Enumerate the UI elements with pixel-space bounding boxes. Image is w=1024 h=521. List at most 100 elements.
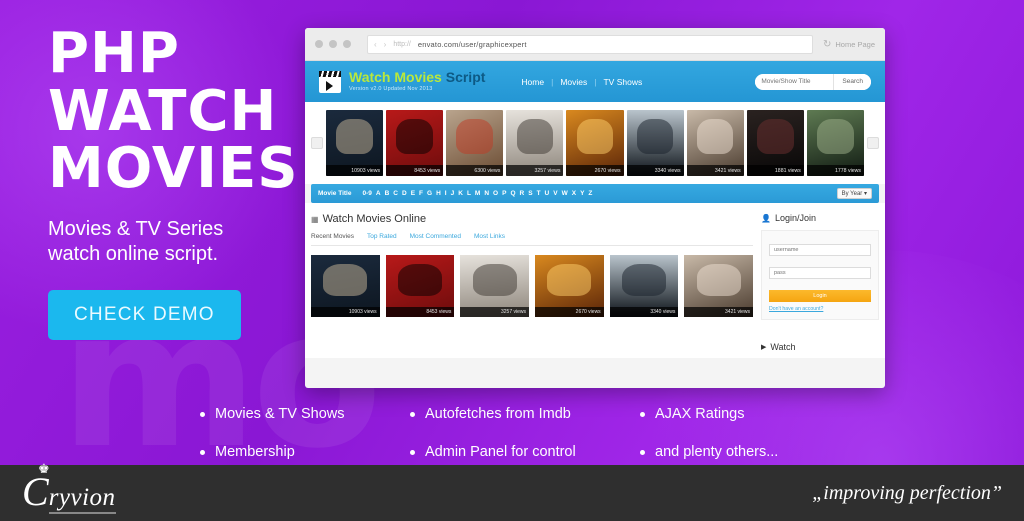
window-close-icon[interactable] bbox=[315, 40, 323, 48]
movie-poster[interactable]: 2670 views bbox=[535, 255, 604, 317]
movie-poster[interactable]: 3257 views bbox=[460, 255, 530, 317]
movie-poster[interactable]: 8453 views bbox=[385, 255, 455, 317]
poster-artwork bbox=[456, 119, 494, 154]
address-bar[interactable]: ‹ › http:// envato.com/user/graphicexper… bbox=[367, 34, 813, 54]
alphabet-letter-q[interactable]: Q bbox=[510, 190, 515, 197]
bullet-icon bbox=[200, 449, 205, 455]
feature-label: and plenty others... bbox=[655, 444, 779, 460]
carousel-poster[interactable]: 1778 views bbox=[806, 110, 864, 176]
alphabet-letter-x[interactable]: X bbox=[572, 190, 576, 197]
movie-poster[interactable]: 3340 views bbox=[609, 255, 679, 317]
alphabet-letter-l[interactable]: L bbox=[467, 190, 471, 197]
back-arrow-icon[interactable]: ‹ bbox=[374, 40, 377, 49]
search-input[interactable] bbox=[755, 78, 834, 85]
poster-artwork bbox=[817, 119, 854, 154]
carousel-next-button[interactable] bbox=[867, 137, 879, 149]
carousel-track: 10903 views 8453 views 6300 views 3257 view… bbox=[326, 110, 864, 176]
promo-title-line-3: MOVIES bbox=[48, 136, 299, 202]
reload-icon[interactable]: ↻ bbox=[823, 39, 831, 50]
nav-separator: | bbox=[594, 76, 597, 87]
alphabet-letter-w[interactable]: W bbox=[562, 190, 568, 197]
carousel-poster[interactable]: 3421 views bbox=[686, 110, 744, 176]
alphabet-letter-u[interactable]: U bbox=[545, 190, 550, 197]
alphabet-letter-g[interactable]: G bbox=[427, 190, 432, 197]
alphabet-letter-b[interactable]: B bbox=[385, 190, 390, 197]
alphabet-letter-e[interactable]: E bbox=[411, 190, 415, 197]
bullet-icon bbox=[410, 411, 415, 417]
carousel-poster[interactable]: 10903 views bbox=[326, 110, 384, 176]
alphabet-letter-v[interactable]: V bbox=[553, 190, 557, 197]
alphabet-letter-f[interactable]: F bbox=[419, 190, 423, 197]
poster-view-count: 10903 views bbox=[326, 165, 384, 176]
alphabet-letter-m[interactable]: M bbox=[475, 190, 480, 197]
nav-item-tv-shows[interactable]: TV Shows bbox=[603, 77, 642, 87]
alphabet-letter-d[interactable]: D bbox=[402, 190, 407, 197]
bullet-icon bbox=[640, 411, 645, 417]
carousel-poster[interactable]: 6300 views bbox=[446, 110, 504, 176]
carousel-poster[interactable]: 3257 views bbox=[506, 110, 564, 176]
alphabet-letter-h[interactable]: H bbox=[436, 190, 441, 197]
alphabet-filter-bar: Movie Title 0-9 A B C D E F G H I J K L M N O P Q R S T U V W X Y… bbox=[311, 184, 879, 203]
username-input[interactable] bbox=[769, 244, 871, 256]
poster-view-count: 3340 views bbox=[626, 165, 684, 176]
site-header: Watch Movies Script Version v2.0 Updated… bbox=[305, 61, 885, 102]
poster-artwork bbox=[696, 263, 741, 296]
promo-title-line-1: PHP bbox=[48, 21, 180, 86]
carousel-poster[interactable]: 2670 views bbox=[566, 110, 624, 176]
movie-poster[interactable]: 10903 views bbox=[311, 255, 380, 317]
search-box[interactable]: Search bbox=[755, 73, 871, 90]
cryvion-logo: ♚ C ryvion bbox=[22, 462, 116, 514]
alphabet-letter-p[interactable]: P bbox=[502, 190, 506, 197]
window-maximize-icon[interactable] bbox=[343, 40, 351, 48]
site-brand[interactable]: Watch Movies Script Version v2.0 Updated… bbox=[349, 70, 485, 93]
bullet-icon bbox=[640, 449, 645, 455]
alphabet-letter-s[interactable]: S bbox=[528, 190, 532, 197]
feature-item: and plenty others... bbox=[640, 444, 860, 460]
movie-view-count: 2670 views bbox=[535, 307, 604, 317]
tab-top-rated[interactable]: Top Rated bbox=[367, 233, 397, 240]
alphabet-letters: 0-9 A B C D E F G H I J K L M N O P Q R S T U V W X Y Z bbox=[362, 190, 592, 197]
logo-rest: ryvion bbox=[48, 484, 116, 514]
alphabet-letter-r[interactable]: R bbox=[520, 190, 525, 197]
alphabet-letter-y[interactable]: Y bbox=[580, 190, 584, 197]
footer-tagline: „improving perfection” bbox=[812, 481, 1002, 504]
poster-view-count: 3257 views bbox=[506, 165, 564, 176]
crown-icon: ♚ bbox=[38, 462, 50, 477]
alphabet-letter-o[interactable]: O bbox=[493, 190, 498, 197]
alphabet-letter-z[interactable]: Z bbox=[588, 190, 592, 197]
nav-item-home[interactable]: Home bbox=[521, 77, 544, 87]
carousel-prev-button[interactable] bbox=[311, 137, 323, 149]
content-tabs: Recent Movies Top Rated Most Commented Most… bbox=[311, 233, 753, 246]
register-link[interactable]: Don't have an account? bbox=[769, 306, 871, 312]
by-year-dropdown[interactable]: By Year ▾ bbox=[836, 188, 872, 199]
alphabet-letter-t[interactable]: T bbox=[537, 190, 541, 197]
window-minimize-icon[interactable] bbox=[329, 40, 337, 48]
tab-most-commented[interactable]: Most Commented bbox=[410, 233, 461, 240]
caret-right-icon: ▶ bbox=[761, 344, 767, 351]
carousel-poster[interactable]: 3340 views bbox=[626, 110, 684, 176]
check-demo-button[interactable]: CHECK DEMO bbox=[48, 289, 241, 340]
login-button[interactable]: Login bbox=[769, 290, 871, 302]
home-page-button[interactable]: ↻ Home Page bbox=[823, 39, 875, 50]
tab-recent-movies[interactable]: Recent Movies bbox=[311, 233, 354, 240]
alphabet-letter-n[interactable]: N bbox=[484, 190, 489, 197]
carousel-poster[interactable]: 1881 views bbox=[746, 110, 804, 176]
alphabet-letter-i[interactable]: I bbox=[445, 190, 447, 197]
poster-view-count: 1778 views bbox=[806, 165, 864, 176]
carousel-poster[interactable]: 8453 views bbox=[386, 110, 444, 176]
tab-most-links[interactable]: Most Links bbox=[474, 233, 505, 240]
featured-carousel: 10903 views 8453 views 6300 views 3257 view… bbox=[305, 102, 885, 184]
feature-list: Movies & TV Shows Autofetches from Imdb AJ… bbox=[200, 406, 860, 460]
alphabet-letter-c[interactable]: C bbox=[393, 190, 398, 197]
movie-poster[interactable]: 3421 views bbox=[684, 255, 754, 317]
alphabet-letter-0-9[interactable]: 0-9 bbox=[362, 190, 371, 197]
alphabet-letter-a[interactable]: A bbox=[376, 190, 381, 197]
feature-label: Membership bbox=[215, 444, 295, 460]
password-input[interactable] bbox=[769, 267, 871, 279]
alphabet-letter-j[interactable]: J bbox=[451, 190, 455, 197]
alphabet-letter-k[interactable]: K bbox=[458, 190, 463, 197]
nav-item-movies[interactable]: Movies bbox=[560, 77, 587, 87]
site-nav: Home | Movies | TV Shows bbox=[521, 77, 642, 87]
search-button[interactable]: Search bbox=[833, 73, 871, 90]
forward-arrow-icon[interactable]: › bbox=[384, 40, 387, 49]
